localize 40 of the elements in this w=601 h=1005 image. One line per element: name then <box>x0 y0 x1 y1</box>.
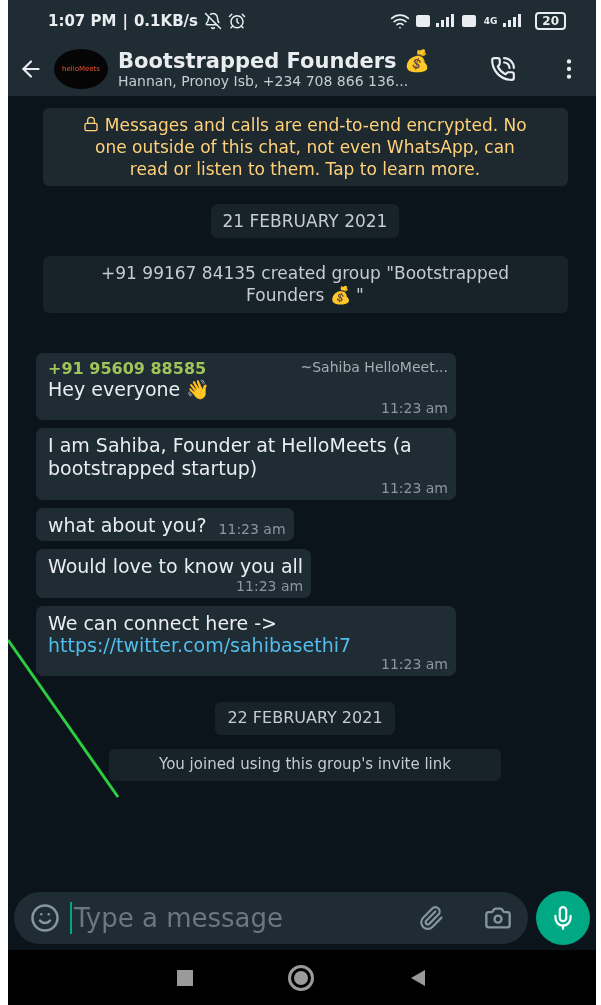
recents-button[interactable] <box>177 969 193 986</box>
back-button[interactable] <box>409 968 427 987</box>
message-text: Would love to know you all <box>48 554 304 578</box>
message-text: We can connect here -> <box>48 611 278 635</box>
status-time: 1:07 PM <box>48 12 117 30</box>
message-time: 11:23 am <box>381 400 448 417</box>
sender-phone[interactable]: +91 95609 88585 <box>48 358 207 378</box>
attach-icon <box>418 904 444 931</box>
message-time: 11:23 am <box>218 520 286 537</box>
separator: | <box>122 12 128 30</box>
signal-icon <box>415 13 456 29</box>
message-link[interactable]: https://twitter.com/sahibasethi7 <box>48 634 448 657</box>
message-text: Hey everyone 👋 <box>48 377 212 401</box>
emoji-icon <box>30 902 60 933</box>
home-button[interactable] <box>288 964 314 991</box>
mic-button[interactable] <box>536 890 590 945</box>
message-time: 11:23 am <box>236 577 304 594</box>
message-text: I am Sahiba, Founder at HelloMeets (a bootstrapped startup) <box>48 434 413 480</box>
wifi-icon <box>389 11 410 31</box>
encryption-notice[interactable]: Messages and calls are end-to-end encrypted. No one outside of this chat, not even WhatsApp, can read or listen to them. Tap to learn more. <box>42 108 568 187</box>
message-input[interactable]: Type a message <box>70 901 408 934</box>
group-title[interactable]: Bootstrapped Founders 💰 <box>118 49 480 73</box>
date-chip: 21 FEBRUARY 2021 <box>210 204 400 239</box>
network-type: 4G <box>483 16 498 26</box>
date-chip: 22 FEBRUARY 2021 <box>215 702 395 736</box>
battery-level: 20 <box>535 12 566 30</box>
message-text: what about you? <box>48 513 207 537</box>
lock-icon <box>83 116 100 132</box>
alarm-icon <box>228 12 246 30</box>
message-time: 11:23 am <box>381 656 448 673</box>
group-members: Hannan, Pronoy Isb, +234 708 866 136... <box>118 73 410 89</box>
signal-icon <box>503 13 524 29</box>
bell-off-icon <box>204 12 222 30</box>
sender-name: ~Sahiba HelloMeet... <box>300 358 448 377</box>
system-message: +91 99167 84135 created group "Bootstrapped Founders 💰 " <box>42 256 568 313</box>
system-message: You joined using this group's invite link <box>109 749 501 781</box>
message-time: 11:23 am <box>381 479 448 496</box>
signal-icon <box>461 13 478 29</box>
network-speed: 0.1KB/s <box>133 12 198 30</box>
message-field[interactable]: Type a message <box>14 891 528 944</box>
